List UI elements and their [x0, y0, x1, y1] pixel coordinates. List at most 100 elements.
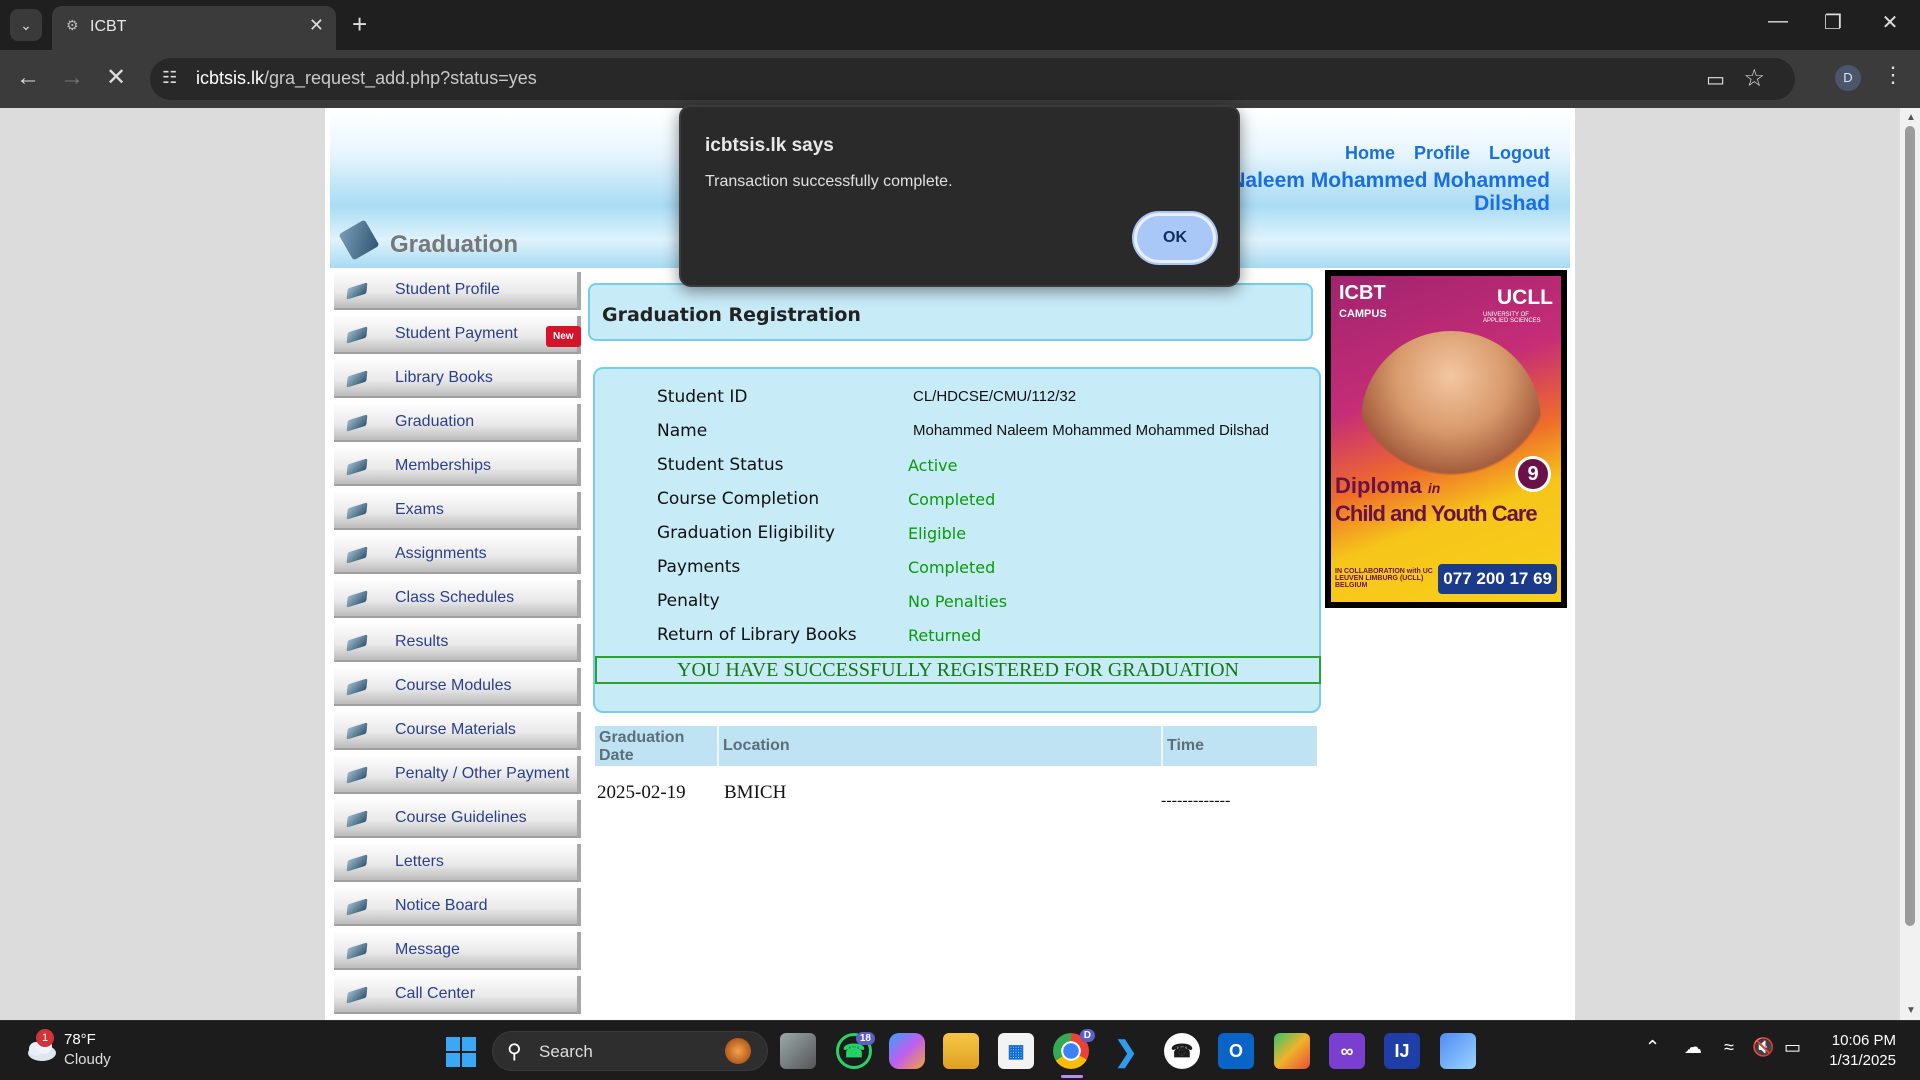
- sidebar-item-penalty-other-payment[interactable]: Penalty / Other Payment: [334, 756, 581, 794]
- info-row: Return of Library Books Returned: [595, 619, 1315, 653]
- weather-condition[interactable]: Cloudy: [64, 1051, 111, 1068]
- menu-item-icon: [346, 810, 368, 828]
- close-window-icon[interactable]: ✕: [1870, 10, 1910, 35]
- sidebar-item-letters[interactable]: Letters: [334, 844, 581, 882]
- menu-item-icon: [346, 766, 368, 784]
- sidebar-item-course-guidelines[interactable]: Course Guidelines: [334, 800, 581, 838]
- visual-studio-icon[interactable]: ∞: [1329, 1033, 1365, 1069]
- info-label: Course Completion: [657, 489, 820, 509]
- sidebar-item-student-profile[interactable]: Student Profile: [334, 272, 581, 310]
- wifi-icon[interactable]: ≈: [1724, 1037, 1734, 1058]
- microsoft-store-icon[interactable]: ▦: [998, 1033, 1034, 1069]
- back-icon[interactable]: ←: [16, 64, 40, 92]
- menu-item-icon: [346, 634, 368, 652]
- sidebar-item-class-schedules[interactable]: Class Schedules: [334, 580, 581, 618]
- sidebar-item-graduation[interactable]: Graduation: [334, 404, 581, 442]
- url-text[interactable]: icbtsis.lk/gra_request_add.php?status=ye…: [196, 68, 537, 89]
- menu-item-icon: [346, 282, 368, 300]
- sidebar-item-exams[interactable]: Exams: [334, 492, 581, 530]
- show-hidden-icons[interactable]: ⌃: [1645, 1037, 1660, 1058]
- chrome-icon[interactable]: D: [1053, 1029, 1095, 1069]
- ad-image: ICBT CAMPUS UCLL UNIVERSITY OF APPLIED SC…: [1331, 276, 1561, 602]
- sidebar-item-label: Course Guidelines: [395, 809, 527, 826]
- minimize-icon[interactable]: —: [1758, 10, 1798, 33]
- clock-date[interactable]: 1/31/2025: [1829, 1052, 1896, 1069]
- battery-icon[interactable]: ▭: [1784, 1037, 1801, 1058]
- page-scrollbar[interactable]: ▲ ▼: [1900, 108, 1920, 1020]
- sidebar-item-label: Call Center: [395, 985, 476, 1002]
- app-cube-icon[interactable]: [1440, 1033, 1476, 1069]
- sidebar-item-label: Results: [395, 633, 449, 650]
- menu-item-icon: [346, 370, 368, 388]
- stop-loading-icon[interactable]: ✕: [106, 64, 126, 92]
- sidebar-item-notice-board[interactable]: Notice Board: [334, 888, 581, 926]
- sidebar-item-library-books[interactable]: Library Books: [334, 360, 581, 398]
- info-label: Penalty: [657, 591, 720, 611]
- info-label: Return of Library Books: [657, 625, 857, 645]
- menu-item-icon: [346, 898, 368, 916]
- menu-item-icon: [346, 502, 368, 520]
- clock-time[interactable]: 10:06 PM: [1832, 1032, 1896, 1049]
- address-bar[interactable]: ☷ icbtsis.lk/gra_request_add.php?status=…: [150, 58, 1795, 100]
- info-label: Graduation Eligibility: [657, 523, 835, 543]
- logout-link[interactable]: Logout: [1489, 143, 1550, 163]
- volume-muted-icon[interactable]: 🔇: [1752, 1037, 1774, 1058]
- whatsapp-desktop-icon[interactable]: ☎: [1164, 1033, 1200, 1069]
- sidebar-item-student-payment[interactable]: Student Payment New: [334, 316, 581, 354]
- info-value: Mohammed Naleem Mohammed Mohammed Dilsha…: [913, 422, 1269, 439]
- profile-avatar[interactable]: D: [1835, 65, 1861, 91]
- restore-icon[interactable]: ❐: [1813, 10, 1853, 35]
- file-explorer-icon[interactable]: [943, 1033, 979, 1069]
- outlook-icon[interactable]: O: [1218, 1033, 1254, 1069]
- scroll-down-icon[interactable]: ▼: [1906, 1005, 1916, 1016]
- sidebar-item-course-modules[interactable]: Course Modules: [334, 668, 581, 706]
- header-time: Time: [1167, 737, 1205, 754]
- tab-search-button[interactable]: ⌄: [10, 9, 42, 41]
- scrollbar-thumb[interactable]: [1905, 126, 1915, 926]
- weather-temperature[interactable]: 78°F: [64, 1031, 96, 1048]
- taskbar-search[interactable]: ⚲ Search: [492, 1031, 768, 1071]
- snipping-tool-icon[interactable]: [1274, 1033, 1310, 1069]
- copilot-icon[interactable]: [889, 1033, 925, 1069]
- info-value: Completed: [908, 558, 996, 577]
- sidebar-item-course-materials[interactable]: Course Materials: [334, 712, 581, 750]
- sidebar-item-assignments[interactable]: Assignments: [334, 536, 581, 574]
- sidebar-item-label: Message: [395, 941, 460, 958]
- ok-button[interactable]: OK: [1134, 213, 1216, 263]
- task-view-icon[interactable]: [780, 1033, 816, 1069]
- header-location: Location: [719, 726, 1163, 766]
- sidebar-item-call-center[interactable]: Call Center: [334, 976, 581, 1014]
- info-row: Graduation Eligibility Eligible: [595, 517, 1315, 551]
- windows-start-icon[interactable]: [446, 1037, 476, 1067]
- menu-item-icon: [346, 458, 368, 476]
- site-info-icon[interactable]: ☷: [162, 68, 177, 88]
- cell-date: 2025-02-19: [597, 782, 686, 803]
- jetbrains-icon[interactable]: IJ: [1384, 1033, 1420, 1069]
- menu-item-icon: [346, 546, 368, 564]
- info-value: Completed: [908, 490, 996, 509]
- forward-icon[interactable]: →: [60, 64, 84, 92]
- alert-message: Transaction successfully complete.: [705, 173, 953, 190]
- new-tab-button[interactable]: +: [352, 9, 367, 39]
- info-row: Penalty No Penalties: [595, 585, 1315, 619]
- profile-link[interactable]: Profile: [1414, 143, 1470, 163]
- registration-details: Student ID CL/HDCSE/CMU/112/32 Name Mohamme…: [593, 367, 1321, 713]
- header-date: Graduation Date: [595, 726, 719, 766]
- cell-location: BMICH: [724, 782, 787, 803]
- info-row: Name Mohammed Naleem Mohammed Mohammed Di…: [595, 415, 1315, 449]
- bookmark-star-icon[interactable]: ☆: [1743, 64, 1765, 93]
- browser-tab[interactable]: ⚙ ICBT ✕: [52, 6, 336, 50]
- sidebar-item-memberships[interactable]: Memberships: [334, 448, 581, 486]
- home-link[interactable]: Home: [1345, 143, 1395, 163]
- close-tab-icon[interactable]: ✕: [309, 15, 324, 36]
- advertisement-banner[interactable]: ICBT CAMPUS UCLL UNIVERSITY OF APPLIED SC…: [1325, 270, 1567, 608]
- whatsapp-icon[interactable]: ☎ 18: [836, 1032, 875, 1069]
- sidebar-item-results[interactable]: Results: [334, 624, 581, 662]
- scroll-up-icon[interactable]: ▲: [1906, 112, 1916, 123]
- payment-card-icon[interactable]: ▭: [1706, 67, 1725, 92]
- sidebar-item-message[interactable]: Message: [334, 932, 581, 970]
- browser-menu-icon[interactable]: ⋮: [1882, 62, 1904, 88]
- vscode-icon[interactable]: ❯: [1108, 1033, 1144, 1069]
- onedrive-icon[interactable]: ☁: [1684, 1037, 1702, 1058]
- ad-months-badge: 9: [1515, 456, 1551, 492]
